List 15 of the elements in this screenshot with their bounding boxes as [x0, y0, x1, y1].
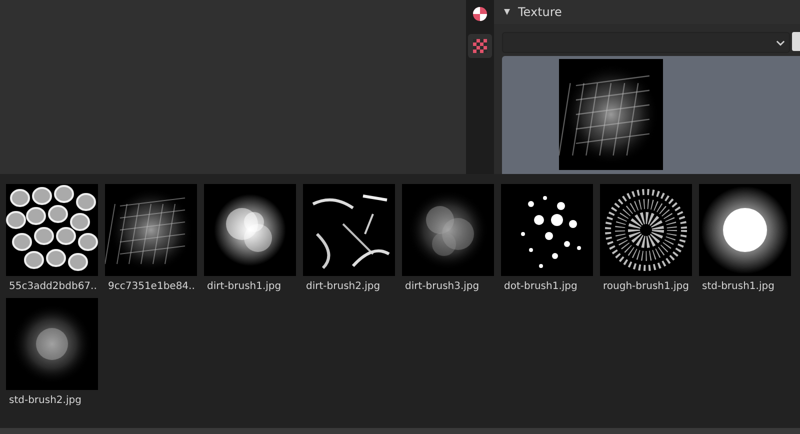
texture-name[interactable]: 55c3add2bdb67..	[9, 280, 97, 294]
chevron-icon	[776, 40, 785, 46]
texture-name[interactable]: dirt-brush3.jpg	[405, 280, 480, 294]
texture-tab[interactable]	[468, 34, 492, 58]
checkerboard-icon	[473, 39, 487, 53]
sphere-icon	[472, 6, 488, 22]
texture-name[interactable]: rough-brush1.jpg	[603, 280, 690, 294]
texture-name[interactable]: std-brush2.jpg	[9, 394, 82, 408]
texture-name[interactable]: 9cc7351e1be84..	[108, 280, 195, 294]
texture-name[interactable]: dirt-brush1.jpg	[207, 280, 282, 294]
panel-title: Texture	[518, 5, 562, 19]
texture-name[interactable]: dot-brush1.jpg	[504, 280, 578, 294]
texture-name[interactable]: std-brush1.jpg	[702, 280, 774, 294]
texture-name[interactable]: dirt-brush2.jpg	[306, 280, 380, 294]
panel-header[interactable]: Texture	[494, 0, 800, 24]
